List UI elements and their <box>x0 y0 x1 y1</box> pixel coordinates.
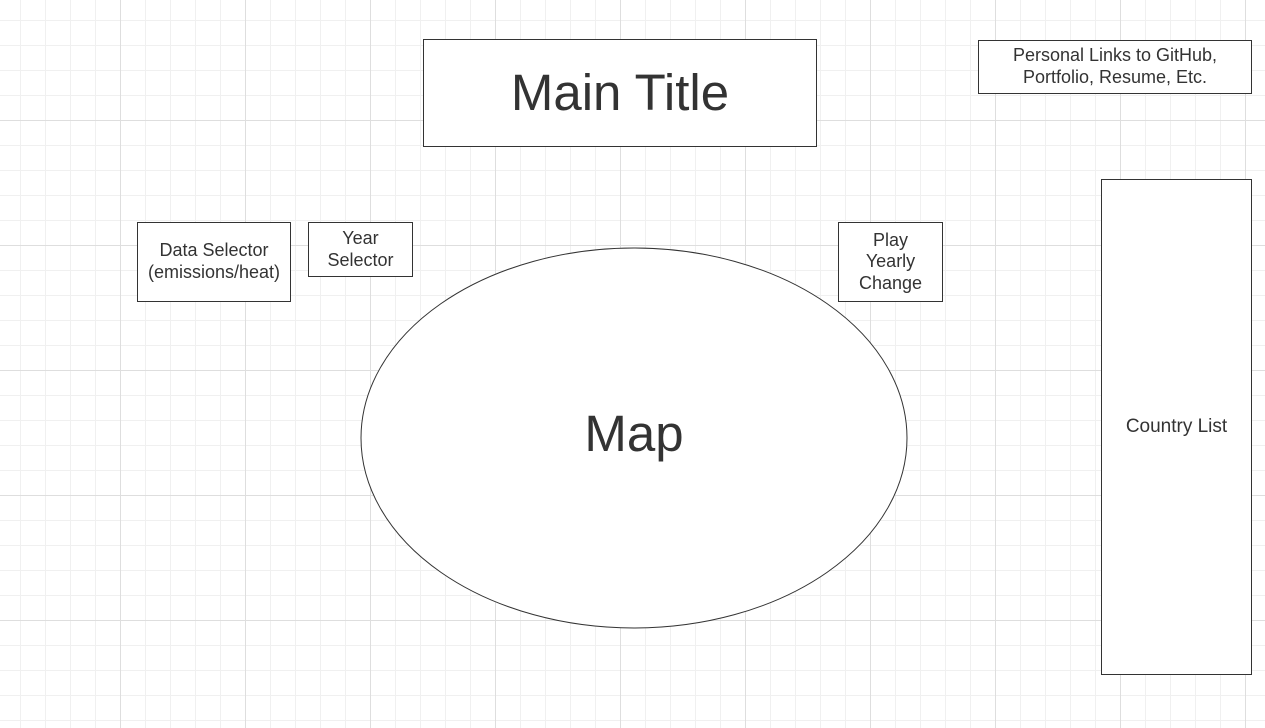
map-label: Map <box>584 405 684 462</box>
country-list-label: Country List <box>1125 415 1228 437</box>
map-shape <box>360 247 908 629</box>
country-list-box[interactable]: Country List <box>1101 179 1252 675</box>
